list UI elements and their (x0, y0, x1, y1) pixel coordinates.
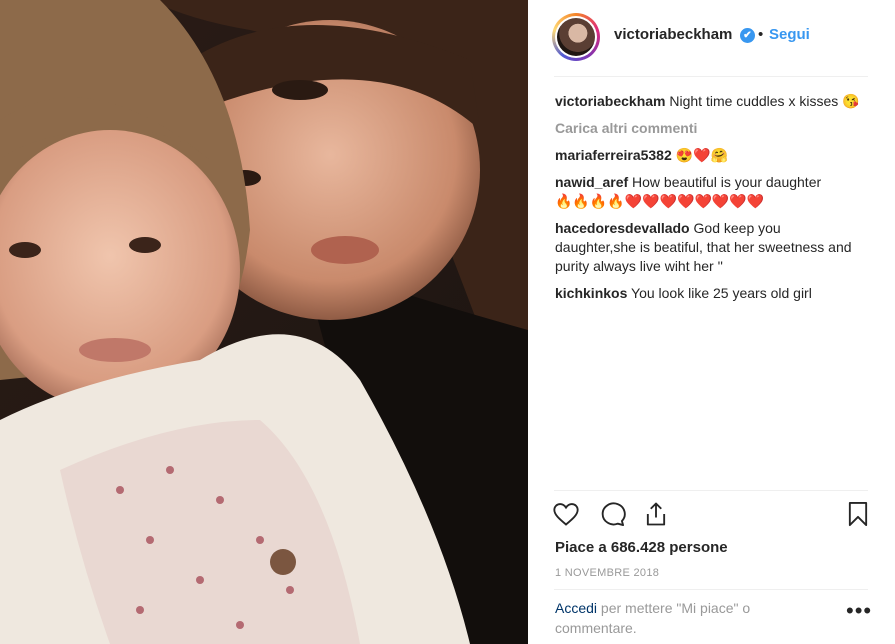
likes-count[interactable]: Piace a 686.428 persone (555, 539, 728, 556)
share-button[interactable] (642, 500, 674, 532)
avatar-frame (555, 16, 597, 58)
comment-username[interactable]: mariaferreira5382 (555, 147, 672, 163)
avatar-image (557, 18, 595, 56)
comment-username[interactable]: kichkinkos (555, 285, 627, 301)
comment-text: You look like 25 years old girl (631, 285, 812, 301)
comment-item: nawid_aref How beautiful is your daughte… (555, 173, 865, 211)
comment-item: mariaferreira5382 😍❤️🤗 (555, 146, 865, 165)
login-link[interactable]: Accedi (555, 600, 597, 616)
post-date[interactable]: 1 NOVEMBRE 2018 (555, 567, 659, 579)
selfie-image (0, 0, 528, 644)
bookmark-icon (848, 501, 868, 527)
verified-badge-icon: ✔ (740, 28, 755, 43)
header-separator: • (758, 26, 764, 43)
comments-list: victoriabeckham Night time cuddles x kis… (555, 92, 865, 311)
comment-item: kichkinkos You look like 25 years old gi… (555, 284, 865, 303)
caption: victoriabeckham Night time cuddles x kis… (555, 92, 865, 111)
comment-username[interactable]: nawid_aref (555, 174, 628, 190)
save-button[interactable] (844, 500, 876, 532)
more-options-icon[interactable]: ••• (846, 600, 872, 622)
load-more-comments-button[interactable]: Carica altri commenti (555, 119, 865, 138)
heart-icon (553, 503, 579, 526)
comment-emoji: 🔥🔥🔥🔥❤️❤️❤️❤️❤️❤️❤️❤️ (555, 193, 765, 209)
avatar[interactable] (552, 13, 600, 61)
like-button[interactable] (552, 500, 584, 532)
caption-text: Night time cuddles x kisses 😘 (669, 93, 860, 109)
actions-divider (554, 490, 868, 491)
header-username[interactable]: victoriabeckham (614, 26, 732, 43)
follow-button[interactable]: Segui (769, 26, 810, 43)
action-bar (552, 500, 870, 532)
post-photo[interactable] (0, 0, 528, 644)
comment-item: hacedoresdevallado God keep you daughter… (555, 219, 865, 276)
footer-divider (554, 589, 868, 590)
caption-username[interactable]: victoriabeckham (555, 93, 666, 109)
share-icon (646, 502, 666, 526)
comment-button[interactable] (598, 500, 630, 532)
post-header: victoriabeckham ✔ • Segui (528, 0, 895, 74)
comment-username[interactable]: hacedoresdevallado (555, 220, 690, 236)
comment-icon (601, 502, 626, 527)
login-prompt: Accedi per mettere "Mi piace" o commenta… (555, 598, 815, 638)
comment-text: How beautiful is your daughter (632, 174, 822, 190)
comment-text: 😍❤️🤗 (675, 147, 728, 163)
instagram-post: victoriabeckham ✔ • Segui victoriabeckha… (0, 0, 895, 644)
header-divider (554, 76, 868, 77)
post-side-panel: victoriabeckham ✔ • Segui victoriabeckha… (528, 0, 895, 644)
